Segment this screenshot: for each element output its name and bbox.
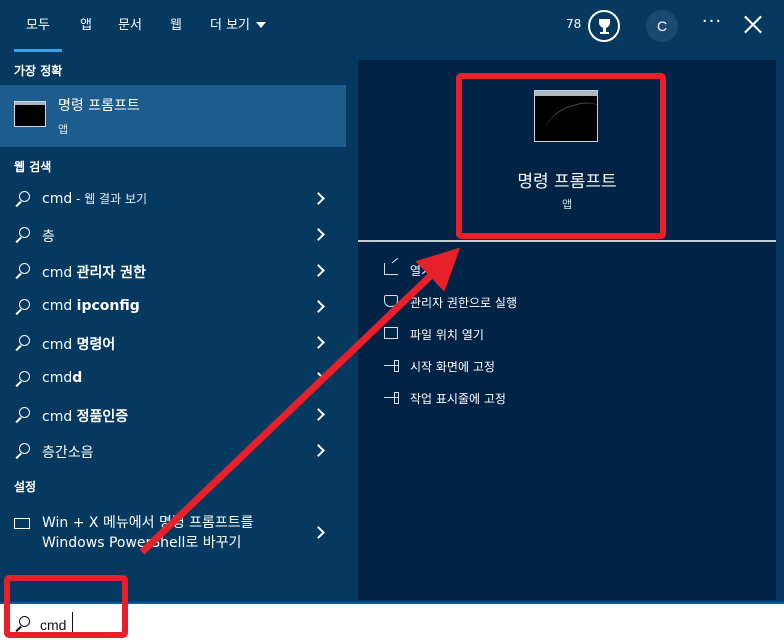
web-search-heading: 웹 검색 bbox=[14, 160, 52, 174]
search-icon bbox=[14, 299, 34, 317]
chevron-right-icon[interactable] bbox=[312, 372, 325, 385]
tab-documents[interactable]: 문서 bbox=[118, 0, 142, 52]
web-result-label: cmd - 웹 결과 보기 bbox=[42, 191, 148, 207]
detail-subtitle: 앱 bbox=[561, 198, 573, 211]
tab-apps[interactable]: 앱 bbox=[80, 0, 92, 52]
open-icon bbox=[384, 263, 398, 275]
detail-title: 명령 프롬프트 bbox=[517, 172, 617, 192]
action-label: 작업 표시줄에 고정 bbox=[410, 392, 506, 406]
tab-web[interactable]: 웹 bbox=[170, 0, 182, 52]
settings-item[interactable]: Win + X 메뉴에서 명령 프롬프트를 Windows PowerShell… bbox=[0, 508, 346, 560]
chevron-right-icon[interactable] bbox=[312, 526, 325, 539]
points-count: 78 bbox=[566, 17, 582, 31]
tab-all-label: 모두 bbox=[26, 18, 50, 33]
chevron-down-icon bbox=[256, 22, 267, 28]
search-icon bbox=[14, 616, 34, 634]
pin-icon bbox=[384, 359, 399, 372]
results-panel: 가장 정확 명령 프롬프트 앱 웹 검색 cmd - 웹 결과 보기 층 cmd… bbox=[0, 52, 346, 602]
chevron-right-icon[interactable] bbox=[312, 444, 325, 457]
chevron-right-icon[interactable] bbox=[312, 408, 325, 421]
settings-item-line1: Win + X 메뉴에서 명령 프롬프트를 bbox=[42, 515, 254, 531]
monitor-icon bbox=[14, 518, 30, 529]
web-result-label: 층간소음 bbox=[42, 445, 94, 461]
avatar[interactable]: C bbox=[646, 10, 678, 42]
search-icon bbox=[14, 263, 34, 281]
best-match-subtitle: 앱 bbox=[58, 123, 69, 136]
detail-panel: 명령 프롬프트 앱 열기 관리자 권한으로 실행 파일 위치 열기 시작 화면에… bbox=[346, 52, 784, 602]
detail-card: 명령 프롬프트 앱 열기 관리자 권한으로 실행 파일 위치 열기 시작 화면에… bbox=[358, 60, 776, 600]
pin-icon bbox=[384, 391, 399, 404]
close-icon[interactable] bbox=[742, 14, 764, 36]
command-prompt-icon bbox=[534, 90, 598, 142]
command-prompt-icon bbox=[14, 101, 46, 127]
chevron-right-icon[interactable] bbox=[312, 300, 325, 313]
web-result-item[interactable]: 층간소음 bbox=[0, 433, 346, 469]
tab-documents-label: 문서 bbox=[118, 18, 142, 33]
web-result-item[interactable]: cmd 관리자 권한 bbox=[0, 253, 346, 289]
action-label: 열기 bbox=[410, 264, 433, 278]
tab-web-label: 웹 bbox=[170, 18, 182, 33]
search-input[interactable] bbox=[40, 612, 740, 638]
windows-search-window: 모두 앱 문서 웹 더 보기 78 C ··· 가장 정확 명령 프롬프트 앱 … bbox=[0, 0, 784, 644]
chevron-right-icon[interactable] bbox=[312, 336, 325, 349]
action-label: 파일 위치 열기 bbox=[410, 328, 484, 342]
settings-item-line2: Windows PowerShell로 바꾸기 bbox=[42, 535, 242, 551]
settings-heading: 설정 bbox=[14, 480, 37, 494]
tab-more[interactable]: 더 보기 bbox=[210, 0, 267, 52]
more-icon[interactable]: ··· bbox=[700, 12, 724, 36]
tab-more-label: 더 보기 bbox=[210, 18, 251, 33]
action-label: 시작 화면에 고정 bbox=[410, 360, 495, 374]
best-match-heading: 가장 정확 bbox=[14, 64, 63, 78]
web-result-label: cmd ipconfig bbox=[42, 298, 140, 314]
web-result-label: 층 bbox=[42, 229, 55, 245]
web-result-label: cmd 관리자 권한 bbox=[42, 265, 146, 281]
chevron-right-icon[interactable] bbox=[312, 264, 325, 277]
tab-apps-label: 앱 bbox=[80, 18, 92, 33]
search-icon bbox=[14, 335, 34, 353]
search-icon bbox=[14, 407, 34, 425]
trophy-icon[interactable] bbox=[588, 10, 620, 42]
action-label: 관리자 권한으로 실행 bbox=[410, 296, 517, 310]
web-result-label: cmdd bbox=[42, 370, 83, 386]
best-match-title: 명령 프롬프트 bbox=[58, 98, 140, 114]
search-icon bbox=[14, 191, 34, 209]
web-result-item[interactable]: cmdd bbox=[0, 361, 346, 397]
file-location-icon bbox=[384, 327, 398, 339]
search-bar bbox=[0, 602, 784, 644]
best-match-item[interactable]: 명령 프롬프트 앱 bbox=[0, 85, 346, 147]
web-result-item[interactable]: cmd ipconfig bbox=[0, 289, 346, 325]
chevron-right-icon[interactable] bbox=[312, 228, 325, 241]
search-icon bbox=[14, 443, 34, 461]
top-bar: 모두 앱 문서 웹 더 보기 78 C ··· bbox=[0, 0, 784, 52]
web-result-item[interactable]: cmd - 웹 결과 보기 bbox=[0, 181, 346, 217]
web-result-item[interactable]: cmd 정품인증 bbox=[0, 397, 346, 433]
shield-icon bbox=[384, 295, 398, 307]
search-icon bbox=[14, 371, 34, 389]
web-result-item[interactable]: cmd 명령어 bbox=[0, 325, 346, 361]
tab-all[interactable]: 모두 bbox=[14, 0, 62, 52]
text-cursor bbox=[72, 612, 73, 634]
chevron-right-icon[interactable] bbox=[312, 192, 325, 205]
web-result-label: cmd 정품인증 bbox=[42, 409, 129, 425]
web-result-item[interactable]: 층 bbox=[0, 217, 346, 253]
divider bbox=[358, 240, 776, 242]
search-icon bbox=[14, 227, 34, 245]
web-result-label: cmd 명령어 bbox=[42, 337, 116, 353]
